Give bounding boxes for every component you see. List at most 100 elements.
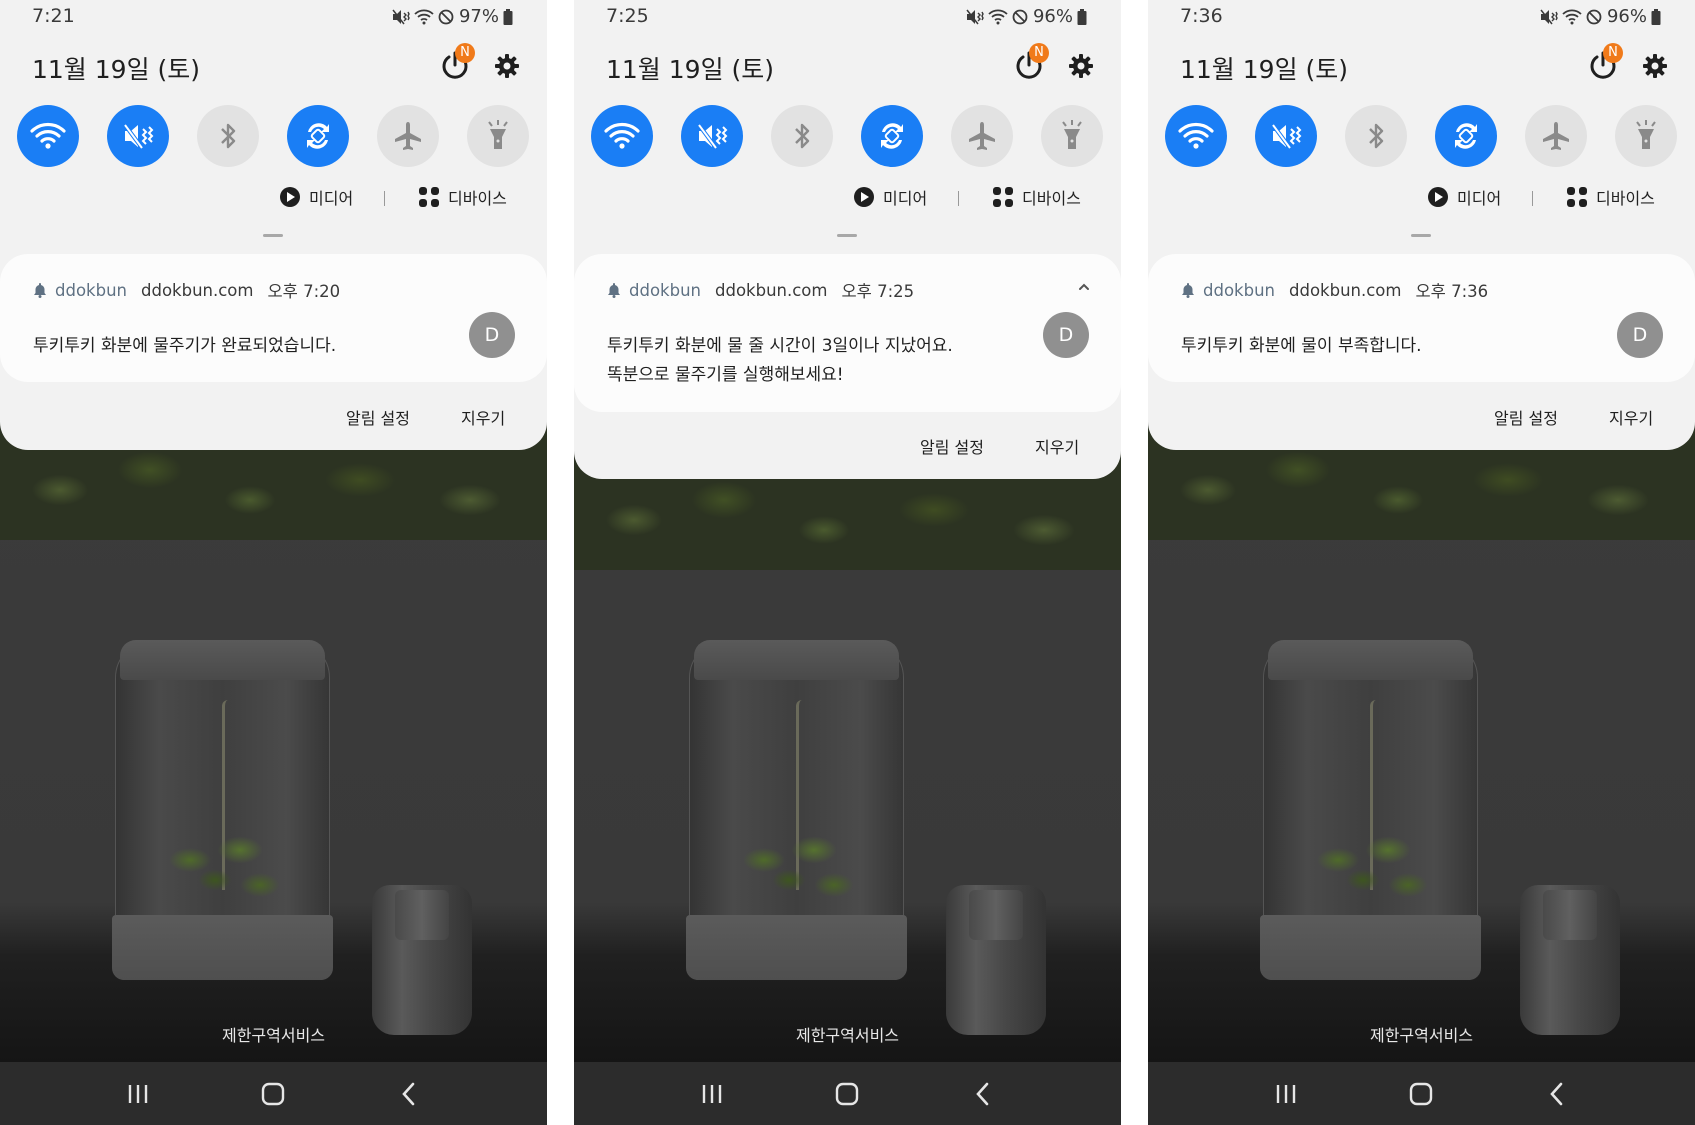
sound-toggle[interactable] [107, 105, 169, 167]
notification-host: ddokbun.com [715, 280, 828, 300]
recents-button[interactable] [118, 1074, 158, 1114]
airplane-toggle[interactable] [377, 105, 439, 167]
bluetooth-toggle[interactable] [771, 105, 833, 167]
media-label: 미디어 [309, 189, 354, 208]
gear-icon[interactable] [1066, 51, 1096, 81]
status-time: 7:21 [32, 5, 75, 27]
date-row: 11월 19일 (토) N [574, 34, 1121, 96]
recents-button[interactable] [1266, 1074, 1306, 1114]
media-button[interactable]: 미디어 [279, 185, 353, 209]
media-button[interactable]: 미디어 [853, 185, 927, 209]
notification-host: ddokbun.com [1289, 280, 1402, 300]
rotate-icon [881, 123, 903, 149]
flashlight-icon [1062, 120, 1082, 149]
airplane-toggle[interactable] [1525, 105, 1587, 167]
sound-toggle[interactable] [681, 105, 743, 167]
flashlight-toggle[interactable] [1615, 105, 1677, 167]
wifi-toggle[interactable] [591, 105, 653, 167]
clear-button[interactable]: 지우기 [1035, 434, 1079, 458]
navigation-bar [1148, 1062, 1695, 1125]
airplane-toggle[interactable] [951, 105, 1013, 167]
recents-button[interactable] [692, 1074, 732, 1114]
gear-icon[interactable] [492, 51, 522, 81]
flashlight-toggle[interactable] [1041, 105, 1103, 167]
status-time: 7:25 [606, 5, 649, 27]
back-button[interactable] [389, 1074, 429, 1114]
notification-settings-button[interactable]: 알림 설정 [920, 434, 984, 458]
notification-message: 투키투키 화분에 물주기가 완료되었습니다. [33, 336, 337, 356]
notification-host: ddokbun.com [141, 280, 254, 300]
notification-time: 오후 7:25 [841, 282, 915, 301]
home-button[interactable] [253, 1074, 293, 1114]
clear-button[interactable]: 지우기 [461, 405, 505, 429]
planter-plant-image [1298, 820, 1438, 910]
notification-card[interactable]: ddokbun ddokbun.com 오후 7:25 D 투키투키 화분에 물… [574, 254, 1121, 412]
date-label: 11월 19일 (토) [32, 55, 201, 84]
media-devices-row: 미디어 디바이스 [1148, 185, 1695, 211]
planter-base-image [1260, 915, 1481, 980]
back-icon [402, 1082, 415, 1105]
panel-drag-handle[interactable] [837, 234, 857, 237]
divider [958, 191, 959, 206]
battery-icon [503, 8, 513, 25]
notification-card[interactable]: ddokbun ddokbun.com 오후 7:36 D 투키투키 화분에 물… [1148, 254, 1695, 382]
battery-icon [1651, 8, 1661, 25]
notification-settings-button[interactable]: 알림 설정 [346, 405, 410, 429]
media-button[interactable]: 미디어 [1427, 185, 1501, 209]
wifi-toggle[interactable] [17, 105, 79, 167]
avatar: D [1043, 312, 1089, 358]
home-icon [262, 1082, 285, 1105]
home-button[interactable] [1401, 1074, 1441, 1114]
panel-drag-handle[interactable] [1411, 234, 1431, 237]
recents-icon [128, 1084, 148, 1103]
airplane-icon [1543, 122, 1569, 150]
auto-rotate-toggle[interactable] [861, 105, 923, 167]
home-button[interactable] [827, 1074, 867, 1114]
recents-icon [1276, 1084, 1296, 1103]
mute-vibrate-icon [966, 9, 984, 24]
notification-card[interactable]: ddokbun ddokbun.com 오후 7:20 D 투키투키 화분에 물… [0, 254, 547, 382]
bluetooth-icon [795, 123, 810, 149]
devices-button[interactable]: 디바이스 [418, 185, 507, 209]
phone-screen-3: 제한구역서비스 7:36 96% 11월 19일 (토) N 미디어 디바이스 … [1148, 0, 1695, 1125]
notification-actions: 알림 설정 지우기 [574, 434, 1121, 464]
media-label: 미디어 [883, 189, 928, 208]
status-icons: 96% [966, 6, 1087, 27]
bluetooth-toggle[interactable] [1345, 105, 1407, 167]
flashlight-toggle[interactable] [467, 105, 529, 167]
auto-rotate-toggle[interactable] [287, 105, 349, 167]
notification-panel: 7:21 97% 11월 19일 (토) N 미디어 디바이스 ddokbun … [0, 0, 547, 450]
notification-message: 투키투키 화분에 물이 부족합니다. [1181, 336, 1422, 356]
vase-neck-image [395, 890, 449, 940]
status-icons: 97% [392, 6, 513, 27]
back-button[interactable] [963, 1074, 1003, 1114]
wifi-icon [30, 123, 66, 149]
devices-grid-icon [419, 187, 439, 207]
planter-lid-image [120, 640, 325, 680]
play-icon [1428, 187, 1448, 207]
planter-plant-image [724, 820, 864, 910]
clear-button[interactable]: 지우기 [1609, 405, 1653, 429]
wifi-toggle[interactable] [1165, 105, 1227, 167]
restricted-area-label: 제한구역서비스 [1369, 1026, 1474, 1045]
notification-settings-button[interactable]: 알림 설정 [1494, 405, 1558, 429]
planter-plant-image [150, 820, 290, 910]
devices-button[interactable]: 디바이스 [1566, 185, 1655, 209]
bluetooth-toggle[interactable] [197, 105, 259, 167]
notification-app: ddokbun [55, 280, 127, 300]
planter-base-image [112, 915, 333, 980]
collapse-chevron-icon[interactable] [1077, 280, 1091, 294]
gear-icon[interactable] [1640, 51, 1670, 81]
panel-drag-handle[interactable] [263, 234, 283, 237]
back-button[interactable] [1537, 1074, 1577, 1114]
auto-rotate-toggle[interactable] [1435, 105, 1497, 167]
notification-panel: 7:25 96% 11월 19일 (토) N 미디어 디바이스 ddokbun … [574, 0, 1121, 479]
phone-screen-1: 제한구역서비스 7:21 97% 11월 19일 (토) N 미디어 디바이스 … [0, 0, 547, 1125]
do-not-disturb-icon [1012, 9, 1028, 24]
bell-icon [1182, 283, 1194, 298]
devices-button[interactable]: 디바이스 [992, 185, 1081, 209]
sound-toggle[interactable] [1255, 105, 1317, 167]
do-not-disturb-icon [438, 9, 454, 24]
notification-actions: 알림 설정 지우기 [0, 405, 547, 435]
notification-panel: 7:36 96% 11월 19일 (토) N 미디어 디바이스 ddokbun … [1148, 0, 1695, 450]
